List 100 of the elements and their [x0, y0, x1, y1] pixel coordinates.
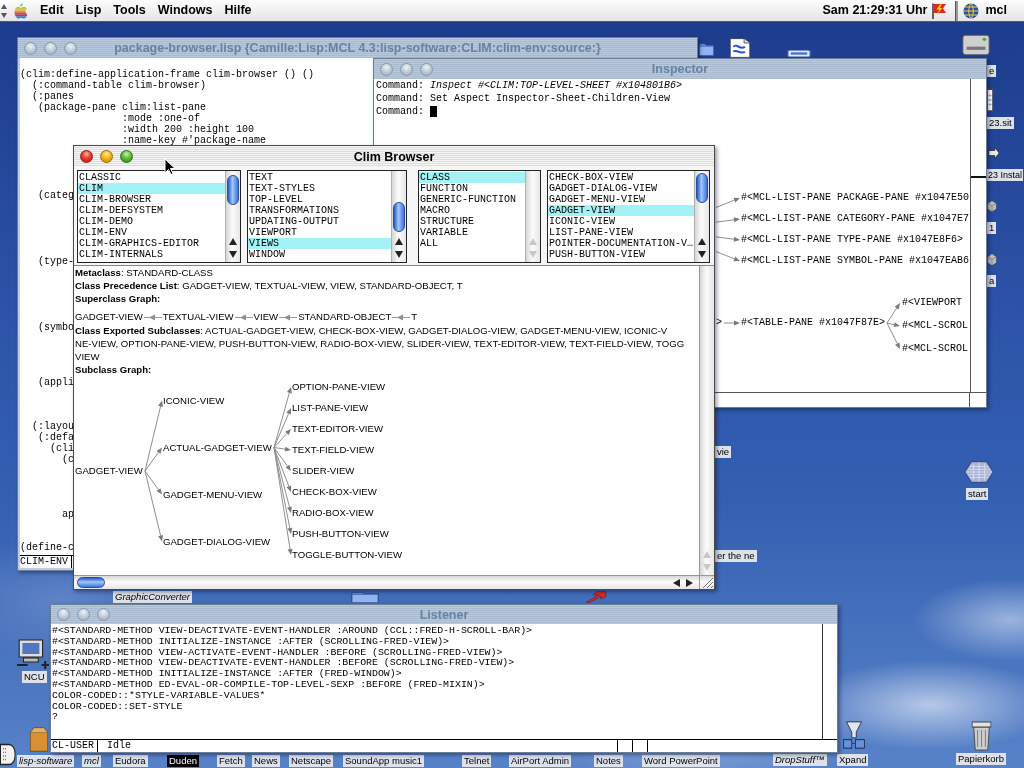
icon-label[interactable]: Duden	[167, 755, 199, 767]
drive-icon[interactable]	[787, 49, 811, 58]
list-item[interactable]: ALL	[419, 238, 525, 249]
list-item[interactable]: VIEWPORT	[248, 227, 391, 238]
list-item[interactable]: VARIABLE	[419, 227, 525, 238]
scrollbar[interactable]	[694, 171, 709, 262]
icon-label[interactable]: News	[252, 755, 280, 767]
icon-label[interactable]: e	[987, 65, 997, 77]
menu-item[interactable]: Hilfe	[218, 0, 258, 21]
scroll-down-arrow[interactable]	[698, 251, 706, 258]
icon-label[interactable]: lisp-software	[17, 755, 75, 767]
list-item[interactable]: CHECK-BOX-VIEW	[548, 172, 694, 183]
scroll-up-arrow[interactable]	[229, 238, 237, 245]
scroll-up-arrow[interactable]	[698, 238, 706, 245]
scroll-right-arrow[interactable]	[686, 578, 693, 587]
folder-icon[interactable]	[351, 590, 379, 603]
list-item[interactable]: GADGET-DIALOG-VIEW	[548, 183, 694, 194]
list-item[interactable]: CLASSIC	[78, 172, 225, 183]
list-item[interactable]: CLASS	[419, 172, 525, 183]
scroll-down-arrow[interactable]	[395, 251, 403, 258]
resize-grip-icon[interactable]	[699, 576, 714, 589]
list-item[interactable]: GADGET-MENU-VIEW	[548, 194, 694, 205]
connector-arrow	[279, 313, 298, 321]
document-icon[interactable]	[727, 38, 753, 58]
list-item[interactable]: CLIM-INTERNALS	[78, 249, 225, 260]
document-icon[interactable]	[987, 88, 993, 112]
list-item[interactable]: CLIM	[78, 183, 225, 194]
scroll-thumb[interactable]	[696, 173, 708, 203]
list-item[interactable]: POINTER-DOCUMENTATION-V…	[548, 238, 694, 249]
arrow-icon[interactable]	[988, 146, 1000, 160]
list-item[interactable]: PUSH-BUTTON-VIEW	[548, 249, 694, 260]
menu-item[interactable]: Tools	[107, 0, 152, 21]
icon-label[interactable]: Netscape	[289, 755, 334, 767]
scroll-up-arrow[interactable]	[395, 238, 403, 245]
icon-label[interactable]: vie	[715, 446, 732, 458]
list-item[interactable]: TOP-LEVEL	[248, 194, 391, 205]
list-item[interactable]: STRUCTURE	[419, 216, 525, 227]
icon-label[interactable]: Telnet	[462, 755, 492, 767]
icon-label[interactable]: Word PowerPoint	[642, 755, 720, 767]
icon-label[interactable]: NCU	[22, 671, 47, 683]
list-item[interactable]: FUNCTION	[419, 183, 525, 194]
icon-label[interactable]: start	[966, 488, 989, 500]
scroll-thumb[interactable]	[393, 202, 405, 232]
menu-item[interactable]: Edit	[34, 0, 70, 21]
icon-label[interactable]: Papierkorb	[956, 753, 1006, 765]
list-item[interactable]: CLIM-BROWSER	[78, 194, 225, 205]
scroll-thumb[interactable]	[77, 577, 105, 588]
collapse-button[interactable]	[100, 150, 113, 163]
scroll-thumb[interactable]	[227, 175, 239, 205]
list-item[interactable]: WINDOW	[248, 249, 391, 260]
scrollbar[interactable]	[225, 171, 240, 262]
list-item[interactable]: LIST-PANE-VIEW	[548, 227, 694, 238]
icon-label[interactable]: Eudora	[113, 755, 148, 767]
icon-label[interactable]: mcl	[82, 755, 101, 767]
icon-label[interactable]: 23.sit	[987, 117, 1014, 129]
icon-label[interactable]: er the ne	[715, 550, 757, 562]
icon-label[interactable]: a	[987, 275, 997, 287]
icon-label[interactable]: SoundApp music1	[343, 755, 425, 767]
icon-label[interactable]: Notes	[594, 755, 623, 767]
icon-label[interactable]: GraphicConverter	[113, 591, 192, 603]
icon-label[interactable]: 1	[987, 222, 997, 234]
list-item[interactable]: UPDATING-OUTPUT	[248, 216, 391, 227]
application-menu[interactable]: mcl	[979, 0, 1013, 21]
funnel-icon[interactable]	[842, 720, 866, 750]
scroll-left-arrow[interactable]	[673, 578, 680, 587]
globe-icon[interactable]	[963, 2, 980, 19]
icon-label[interactable]: DropStuff™	[773, 754, 827, 766]
cube-icon[interactable]	[987, 200, 997, 212]
scrollbar-track[interactable]	[822, 624, 837, 739]
icon-label[interactable]: Xpand	[837, 754, 869, 766]
menu-item[interactable]: Lisp	[69, 0, 108, 21]
list-item[interactable]: MACRO	[419, 205, 525, 216]
close-button[interactable]	[80, 150, 93, 163]
trash-icon[interactable]	[969, 719, 994, 751]
menu-item[interactable]: Windows	[151, 0, 219, 21]
list-item[interactable]: CLIM-GRAPHICS-EDITOR	[78, 238, 225, 249]
folder-icon[interactable]	[699, 41, 714, 56]
scrollbar[interactable]	[391, 171, 406, 262]
computer-icon[interactable]	[16, 638, 50, 670]
lightning-flag-icon[interactable]	[930, 1, 949, 20]
list-item[interactable]: TEXT-STYLES	[248, 183, 391, 194]
list-item[interactable]: ICONIC-VIEW	[548, 216, 694, 227]
list-item[interactable]: GADGET-VIEW	[548, 205, 694, 216]
list-item[interactable]: TRANSFORMATIONS	[248, 205, 391, 216]
list-item[interactable]: CLIM-DEMO	[78, 216, 225, 227]
scrollbar-track[interactable]	[970, 79, 986, 392]
list-item[interactable]: CLIM-ENV	[78, 227, 225, 238]
hexagon-icon[interactable]	[964, 461, 994, 483]
list-item[interactable]: GENERIC-FUNCTION	[419, 194, 525, 205]
scroll-down-arrow[interactable]	[229, 251, 237, 258]
list-item[interactable]: TEXT	[248, 172, 391, 183]
icon-label[interactable]: AirPort Admin	[509, 755, 572, 767]
cube-icon[interactable]	[987, 253, 997, 266]
list-item[interactable]: CLIM-DEFSYSTEM	[78, 205, 225, 216]
parcel-icon[interactable]	[29, 726, 49, 752]
list-item[interactable]: VIEWS	[248, 238, 391, 249]
script-icon[interactable]	[0, 743, 16, 766]
icon-label[interactable]: Fetch	[217, 755, 245, 767]
zoom-button[interactable]	[120, 150, 133, 163]
icon-label[interactable]: 23 Instal	[987, 169, 1024, 181]
